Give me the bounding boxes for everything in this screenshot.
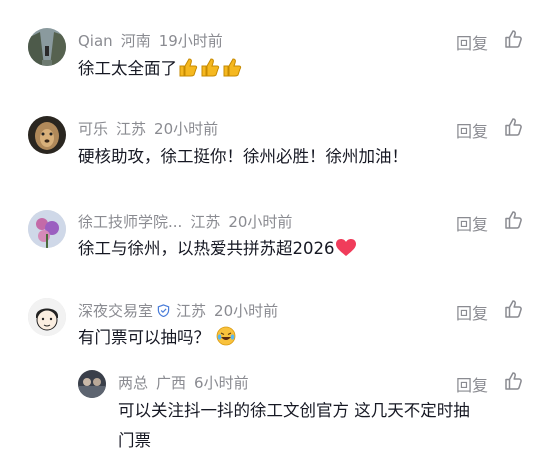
reply-text-line: 门票 — [118, 431, 151, 450]
avatar[interactable] — [78, 370, 106, 398]
comment-item: Qian 河南 19小时前 徐工太全面了 回复 — [0, 0, 550, 100]
comment-text-content: 徐工太全面了 — [78, 59, 177, 78]
comment-text-content: 徐工与徐州，以热爱共拼苏超2026 — [78, 239, 335, 258]
reply-button[interactable]: 回复 — [456, 372, 488, 396]
comment-item: 深夜交易室 江苏 20小时前 有门票可以抽吗？ 回复 — [0, 285, 550, 365]
comment-meta: 徐工技师学院... 江苏 20小时前 — [78, 211, 300, 232]
thumbs-up-outline-icon[interactable] — [504, 299, 524, 319]
thumbs-up-outline-icon[interactable] — [504, 371, 524, 391]
reply-button[interactable]: 回复 — [456, 211, 488, 235]
location: 江苏 — [190, 213, 221, 231]
timestamp: 19小时前 — [158, 32, 223, 50]
username[interactable]: 两总 — [118, 374, 148, 392]
comment-text: 徐工太全面了 — [78, 54, 244, 87]
comment-text: 徐工与徐州，以热爱共拼苏超2026 — [78, 234, 356, 267]
comment-meta: 深夜交易室 江苏 20小时前 — [78, 300, 286, 321]
username[interactable]: Qian — [78, 32, 113, 50]
location: 江苏 — [116, 120, 147, 138]
comment-item: 可乐 江苏 20小时前 硬核助攻，徐工挺你！徐州必胜！徐州加油！ 回复 — [0, 100, 550, 195]
shield-check-icon — [157, 304, 170, 317]
avatar[interactable] — [28, 210, 66, 248]
reply-text-line: 可以关注抖一抖的徐工文创官方 这几天不定时抽 — [118, 401, 470, 420]
location: 广西 — [156, 374, 187, 392]
reply-button[interactable]: 回复 — [456, 118, 488, 142]
comment-meta: 可乐 江苏 20小时前 — [78, 118, 226, 139]
reply-button[interactable]: 回复 — [456, 300, 488, 324]
avatar[interactable] — [28, 298, 66, 336]
reply-text: 可以关注抖一抖的徐工文创官方 这几天不定时抽 门票 — [118, 396, 470, 456]
avatar[interactable] — [28, 28, 66, 66]
timestamp: 20小时前 — [154, 120, 219, 138]
reply-meta: 两总 广西 6小时前 — [118, 372, 257, 393]
thumbs-up-emoji — [178, 57, 244, 87]
username[interactable]: 徐工技师学院... — [78, 213, 182, 231]
username[interactable]: 深夜交易室 — [78, 302, 153, 320]
username[interactable]: 可乐 — [78, 120, 108, 138]
thumbs-up-outline-icon[interactable] — [504, 117, 524, 137]
location: 河南 — [120, 32, 151, 50]
reply-button[interactable]: 回复 — [456, 30, 488, 54]
timestamp: 20小时前 — [214, 302, 279, 320]
comment-meta: Qian 河南 19小时前 — [78, 30, 231, 51]
reply-item: 两总 广西 6小时前 可以关注抖一抖的徐工文创官方 这几天不定时抽 门票 回复 — [0, 365, 550, 472]
comment-text: 硬核助攻，徐工挺你！徐州必胜！徐州加油！ — [78, 147, 408, 166]
timestamp: 20小时前 — [228, 213, 293, 231]
comment-item: 徐工技师学院... 江苏 20小时前 徐工与徐州，以热爱共拼苏超2026 回复 — [0, 195, 550, 285]
thumbs-up-outline-icon[interactable] — [504, 210, 524, 230]
comment-text-content: 有门票可以抽吗？ — [78, 328, 210, 347]
timestamp: 6小时前 — [194, 374, 249, 392]
avatar[interactable] — [28, 116, 66, 154]
thumbs-up-outline-icon[interactable] — [504, 29, 524, 49]
laughing-tears-emoji — [216, 326, 236, 356]
red-heart-emoji — [335, 237, 356, 267]
location: 江苏 — [176, 302, 207, 320]
comment-text: 有门票可以抽吗？ — [78, 323, 236, 356]
